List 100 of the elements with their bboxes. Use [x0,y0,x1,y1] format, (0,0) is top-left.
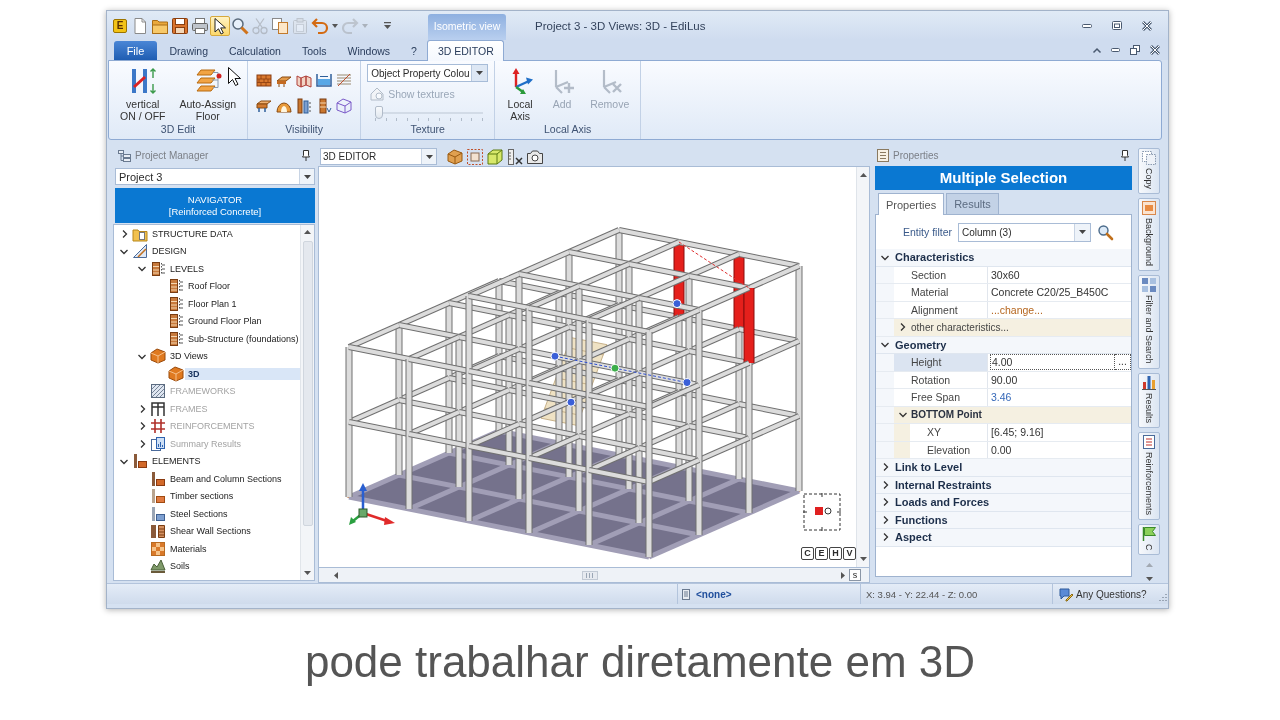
tree-item[interactable]: Floor Plan 1 [185,297,240,310]
chevron-down-icon[interactable] [120,458,128,464]
pointer-button[interactable] [210,15,230,36]
tree-item[interactable]: Shear Wall Sections [167,525,254,538]
view-button[interactable]: H [829,547,842,560]
scroll-left-icon[interactable] [334,571,338,579]
resize-grip-icon[interactable] [1158,593,1167,601]
view-button[interactable]: E [815,547,828,560]
dashed-frame-icon[interactable] [803,493,841,531]
chevron-down-icon[interactable] [138,266,146,272]
restore-icon[interactable] [1130,45,1140,55]
vertical-scrollbar[interactable] [856,167,869,567]
chevron-down-icon[interactable] [138,353,146,359]
chevron-right-icon[interactable] [882,515,888,524]
dashed-box-icon[interactable] [467,148,483,165]
file-menu-button[interactable]: File [114,41,157,60]
ribbon-tab[interactable]: Drawing [159,40,219,60]
tree-item[interactable]: 3D Views [167,350,211,363]
maximize-icon[interactable] [1112,21,1122,30]
pin-icon[interactable] [1121,150,1129,161]
chevron-down-icon[interactable] [881,254,889,260]
view-button[interactable]: C [801,547,814,560]
minimize-icon[interactable] [1082,23,1092,28]
tree-item[interactable]: Ground Floor Plan [185,315,265,328]
scroll-up-icon[interactable] [859,173,867,177]
tree-item[interactable]: 3D [185,367,300,380]
tree-item[interactable]: Steel Sections [167,507,231,520]
tree-item[interactable]: Soils [167,560,193,573]
ribbon-tab[interactable]: ? [400,40,428,60]
collapse-ribbon-icon[interactable] [1093,47,1101,53]
property-group-header[interactable]: Geometry [895,338,947,351]
wall-panels-icon [296,72,313,88]
local-axis-button[interactable]: Local Axis [501,61,540,121]
panel-tab[interactable]: Properties [878,193,945,215]
side-panel-tab[interactable]: Filter and Search [1138,275,1160,369]
scroll-down-icon[interactable] [859,557,867,561]
ruler-delete-icon[interactable] [507,148,523,165]
save-button[interactable] [170,15,190,36]
search-icon[interactable] [1098,224,1113,240]
chevron-right-icon[interactable] [882,463,888,472]
chevron-right-icon[interactable] [121,229,127,238]
undo-button[interactable] [310,15,330,36]
tree-item[interactable]: DESIGN [149,245,190,258]
value-input-field[interactable]: 4.00 [990,354,1115,371]
view-button[interactable]: V [843,547,856,560]
ellipsis-button[interactable]: ... [1115,354,1131,371]
vertical-toggle-button[interactable]: vertical ON / OFF [115,61,171,121]
side-panel-tab[interactable]: Reinforcements [1138,431,1160,520]
vertical-scrollbar[interactable] [300,225,314,580]
help-link[interactable]: Any Questions? [1076,588,1147,600]
panel-tab[interactable]: Results [946,193,999,214]
camera-icon[interactable] [527,149,543,164]
chevron-right-icon[interactable] [882,498,888,507]
tree-item[interactable]: Timber sections [167,490,237,503]
scroll-up-icon[interactable] [304,230,311,234]
tree-item[interactable]: ELEMENTS [149,455,204,468]
app-logo[interactable]: E [113,18,127,33]
close-icon[interactable] [1142,20,1152,31]
ribbon-tab[interactable]: Calculation [218,40,292,60]
property-group-header[interactable]: Link to Level [895,461,963,474]
tree-item[interactable]: Sub-Structure (foundations) [185,332,300,345]
ribbon-tab[interactable]: Windows [337,40,401,60]
horizontal-scrollbar[interactable]: s [318,567,870,583]
magnifier-button[interactable] [230,15,250,36]
side-panel-tab[interactable]: Results [1138,372,1160,428]
pin-icon[interactable] [302,150,310,161]
chevron-right-icon[interactable] [882,480,888,489]
printer-button[interactable] [190,15,210,36]
entity-filter-dropdown[interactable]: Column (3) [958,222,1091,242]
chevron-right-icon[interactable] [900,323,905,332]
property-group-header[interactable]: Aspect [895,531,932,544]
tree-item[interactable]: Roof Floor [185,280,234,293]
property-group-header[interactable]: Functions [895,513,948,526]
chevron-down-icon[interactable] [881,342,889,348]
chevron-right-icon[interactable] [882,533,888,542]
scroll-down-icon[interactable] [304,571,311,575]
ribbon-tab[interactable]: 3D EDITOR [427,40,505,61]
tree-item[interactable]: LEVELS [167,262,208,275]
side-panel-tab[interactable]: Copy [1138,148,1160,194]
tree-item[interactable]: Materials [167,542,210,555]
project-dropdown[interactable]: Project 3 [115,168,315,185]
shaded-box-icon[interactable] [447,148,463,165]
scroll-right-icon[interactable] [841,571,845,579]
auto-assign-floor-button[interactable]: Auto-Assign Floor [174,61,242,121]
close-icon[interactable] [1150,45,1160,55]
chevron-down-icon[interactable] [120,248,128,254]
color-mode-dropdown[interactable]: Object Property Colou [367,64,489,82]
minimize-icon[interactable] [1111,48,1120,52]
scrollbar-thumb[interactable] [302,241,313,526]
side-panel-tab[interactable]: C [1138,523,1160,556]
tree-item[interactable]: STRUCTURE DATA [149,227,236,240]
copy-button[interactable] [270,15,290,36]
scrollbar-thumb[interactable] [581,570,598,580]
view-mode-dropdown[interactable]: 3D EDITOR [320,148,437,165]
wire-cube-toggle[interactable] [334,96,355,116]
ribbon-tab[interactable]: Tools [291,40,337,60]
tree-item[interactable]: Beam and Column Sections [167,472,285,485]
chevron-down-icon[interactable] [898,412,907,418]
split-button[interactable]: s [849,569,861,581]
side-panel-tab[interactable]: Background [1138,198,1160,272]
